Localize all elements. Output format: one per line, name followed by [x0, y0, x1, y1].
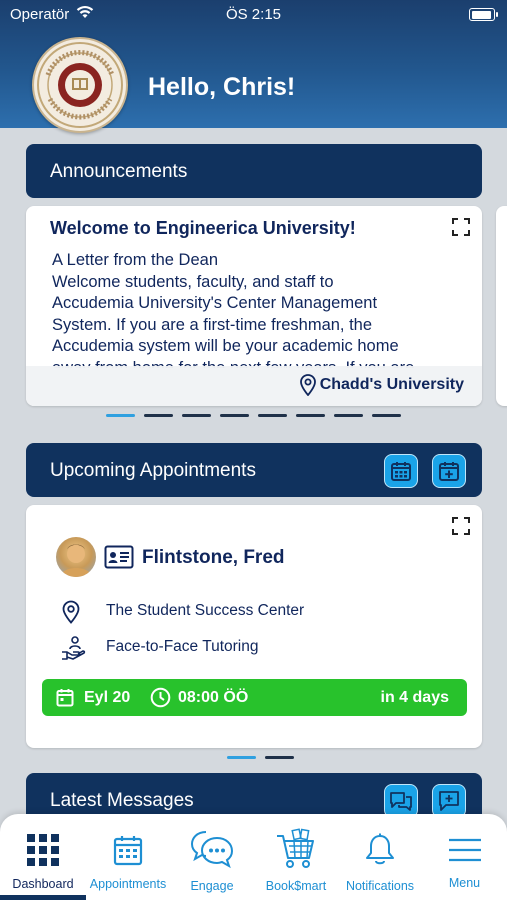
active-tab-indicator: [0, 895, 86, 900]
nav-dashboard[interactable]: Dashboard: [0, 814, 86, 900]
status-bar: Operatör ÖS 2:15: [0, 0, 507, 30]
announcement-line: Accudemia University's Center Management: [52, 294, 378, 312]
clock: ÖS 2:15: [225, 6, 282, 23]
clock-icon: [150, 687, 171, 708]
announcement-card[interactable]: Welcome to Engineerica University! A Let…: [26, 206, 482, 406]
pager-dot[interactable]: [372, 414, 401, 417]
hand-service-icon: [62, 636, 86, 660]
appointments-header: Upcoming Appointments: [26, 443, 482, 497]
avatar: [56, 537, 96, 577]
nav-label: Book$mart: [265, 879, 327, 893]
appointment-relative-time: in 4 days: [380, 689, 449, 706]
pager-dot[interactable]: [106, 414, 135, 417]
messages-title: Latest Messages: [50, 790, 194, 811]
calendar-add-icon: [439, 462, 459, 481]
pager-dot[interactable]: [144, 414, 173, 417]
university-seal-logo: [32, 37, 128, 133]
announcements-title: Announcements: [50, 161, 188, 182]
appointments-title: Upcoming Appointments: [50, 460, 256, 481]
chat-bubbles-icon: [190, 831, 234, 869]
id-card-icon: [104, 545, 134, 569]
appointment-provider-name: Flintstone, Fred: [142, 547, 285, 568]
pager-dot[interactable]: [227, 756, 256, 759]
view-messages-button[interactable]: [384, 784, 418, 818]
announcement-line: System. If you are a first-time freshman…: [52, 315, 373, 334]
appointment-center: The Student Success Center: [106, 602, 305, 619]
greeting: Hello, Chris!: [148, 73, 296, 101]
calendar-icon: [391, 462, 411, 481]
pager-dot[interactable]: [334, 414, 363, 417]
appointments-pager[interactable]: [227, 756, 294, 759]
hamburger-icon: [448, 838, 481, 862]
announcement-body: A Letter from the Dean Welcome students,…: [52, 250, 452, 368]
expand-icon[interactable]: [452, 517, 470, 535]
nav-label: Menu: [448, 876, 481, 890]
nav-label: Appointments: [89, 877, 167, 891]
nav-engage[interactable]: Engage: [170, 814, 254, 900]
battery-icon: [469, 8, 498, 21]
appointment-time-bar: Eyl 20 08:00 ÖÖ in 4 days: [42, 679, 467, 716]
location-pin-icon: [300, 374, 316, 396]
calendar-icon: [113, 836, 143, 866]
appointment-time: 08:00 ÖÖ: [178, 689, 249, 706]
expand-icon[interactable]: [452, 218, 470, 236]
pager-dot[interactable]: [220, 414, 249, 417]
cart-icon: [277, 828, 314, 868]
bell-icon: [366, 833, 394, 865]
announcements-pager[interactable]: [106, 414, 401, 417]
pager-dot[interactable]: [182, 414, 211, 417]
add-appointment-button[interactable]: [432, 454, 466, 488]
nav-notifications[interactable]: Notifications: [338, 814, 422, 900]
chat-bubbles-icon: [390, 792, 412, 811]
nav-label: Notifications: [345, 879, 415, 893]
appointment-service: Face-to-Face Tutoring: [106, 638, 259, 655]
calendar-view-button[interactable]: [384, 454, 418, 488]
next-announcement-card[interactable]: [496, 206, 507, 406]
pager-dot[interactable]: [265, 756, 294, 759]
announcement-title: Welcome to Engineerica University!: [50, 218, 356, 238]
app-header: Operatör ÖS 2:15 Hello, Chris!: [0, 0, 507, 133]
calendar-icon: [56, 689, 74, 707]
pager-dot[interactable]: [258, 414, 287, 417]
location-pin-icon: [62, 600, 80, 624]
announcements-header: Announcements: [26, 144, 482, 198]
nav-menu[interactable]: Menu: [422, 814, 507, 900]
pager-dot[interactable]: [296, 414, 325, 417]
announcement-line: Accudemia system will be your academic h…: [52, 337, 399, 355]
chat-add-icon: [439, 791, 459, 811]
announcement-line: Welcome students, faculty, and staff to: [52, 272, 334, 291]
announcement-location: Chadd's University: [319, 376, 464, 393]
appointment-date: Eyl 20: [84, 689, 131, 706]
appointment-card[interactable]: Flintstone, Fred The Student Success Cen…: [26, 505, 482, 748]
bottom-nav: Dashboard Appointments Engage Book$mart …: [0, 814, 507, 900]
new-message-button[interactable]: [432, 784, 466, 818]
grid-icon: [27, 834, 59, 866]
announcement-footer: Chadd's University: [26, 366, 482, 406]
nav-label: Dashboard: [12, 877, 74, 891]
announcement-line: A Letter from the Dean: [52, 251, 219, 269]
nav-bookmart[interactable]: Book$mart: [254, 814, 338, 900]
nav-appointments[interactable]: Appointments: [86, 814, 170, 900]
nav-label: Engage: [190, 879, 234, 893]
